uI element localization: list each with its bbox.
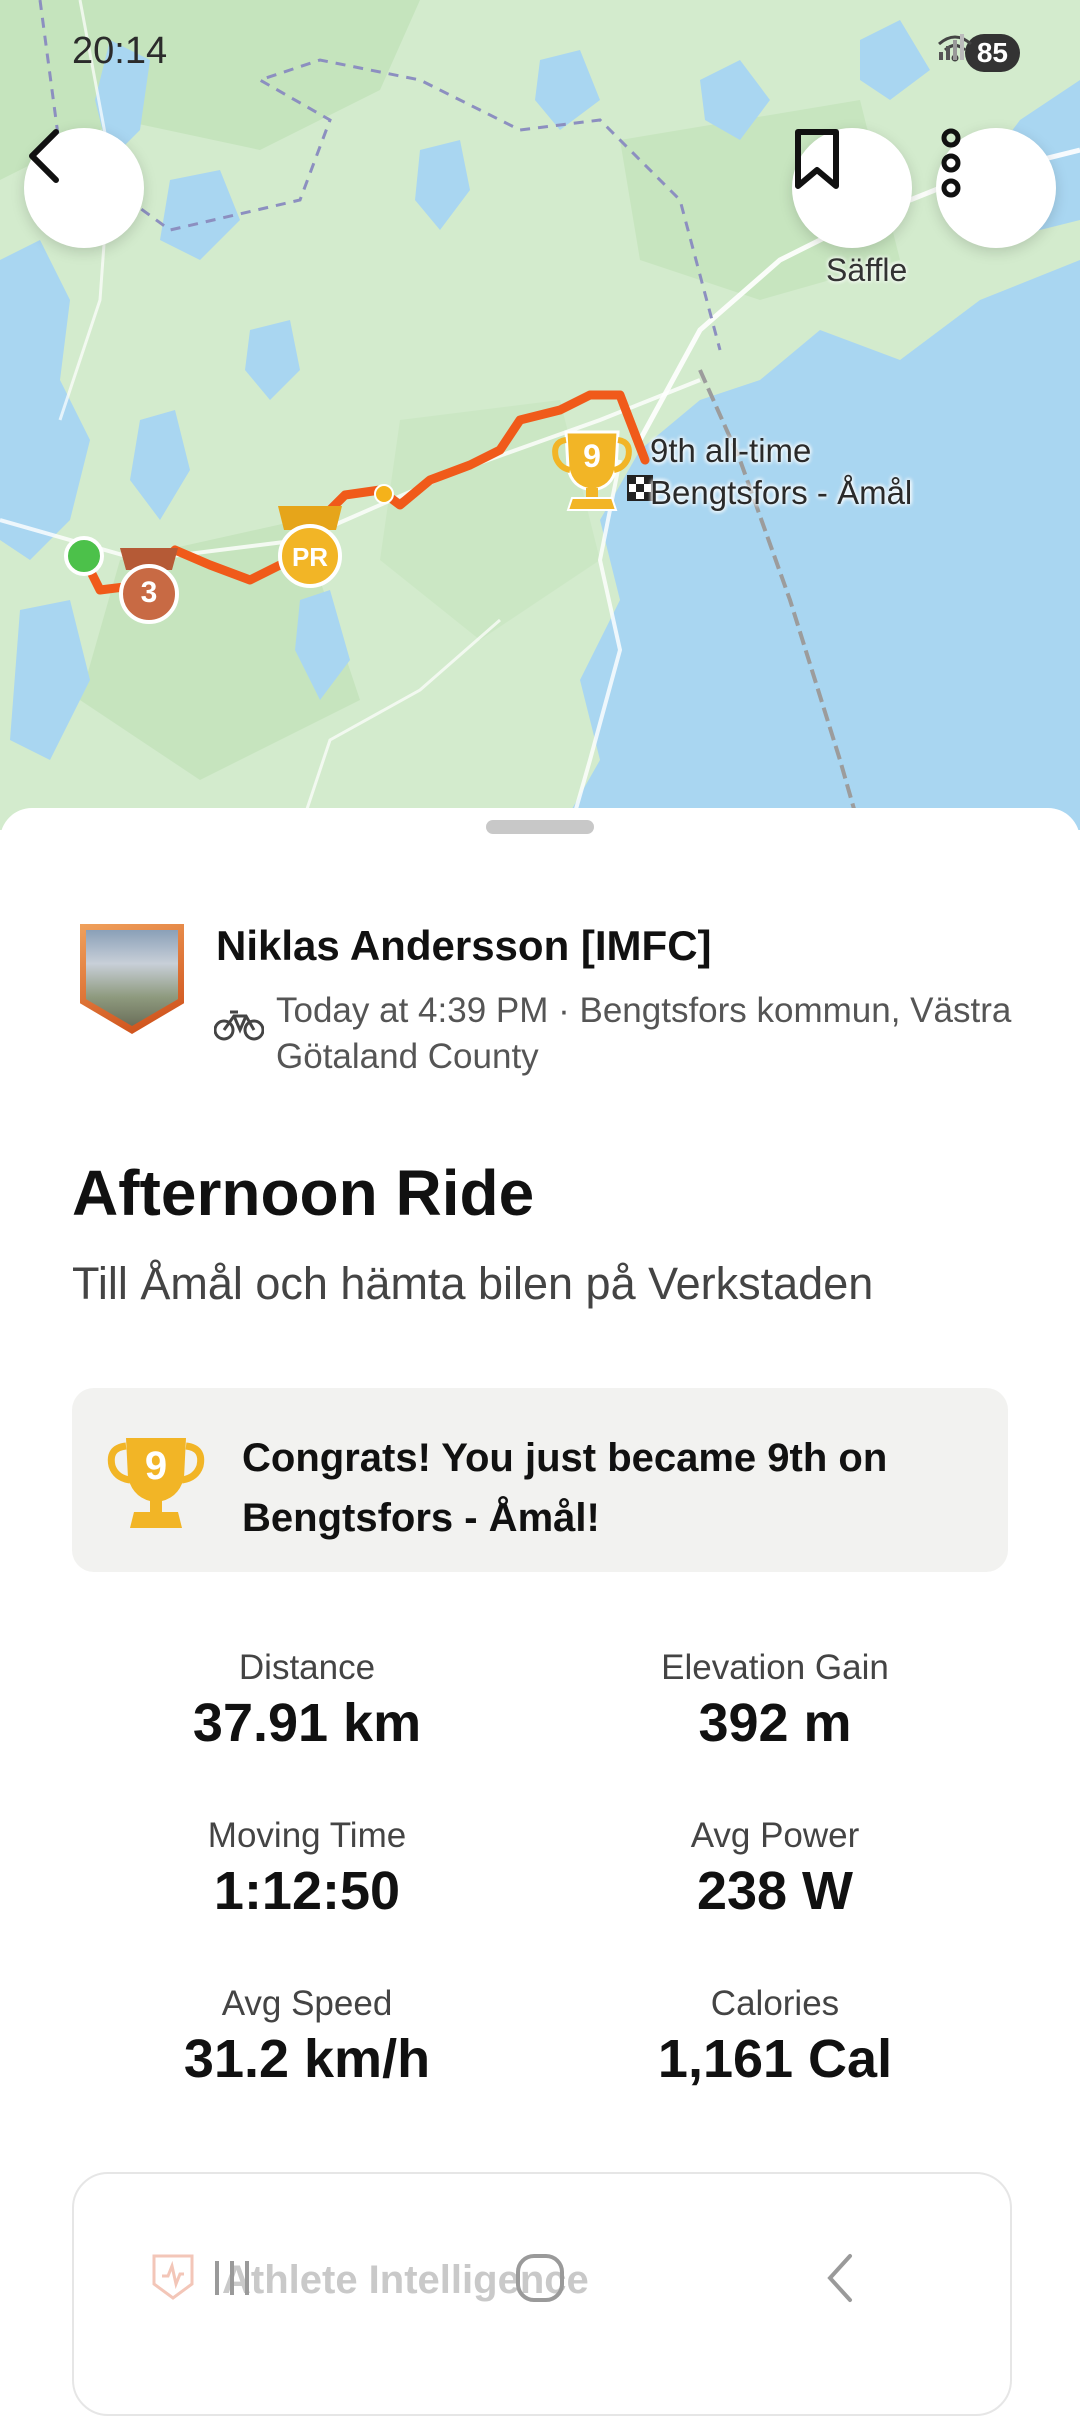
- pr-medal-label: PR: [291, 542, 329, 572]
- achievement-message: Congrats! You just became 9th on Bengtsf…: [242, 1436, 888, 1540]
- stat-moving-time: Moving Time 1:12:50: [72, 1816, 542, 1922]
- stat-value: 1:12:50: [213, 1861, 401, 1921]
- stat-label: Elevation Gain: [661, 1648, 889, 1687]
- recent-apps-icon: [207, 2253, 257, 2308]
- stat-calories: Calories 1,161 Cal: [540, 1984, 1010, 2090]
- activity-meta: Today at 4:39 PM · Bengtsfors kommun, Vä…: [276, 991, 1012, 1076]
- stat-value: 1,161 Cal: [657, 2029, 893, 2089]
- home-icon: [512, 2250, 568, 2311]
- stat-label: Distance: [238, 1648, 376, 1687]
- stat-value: 238 W: [696, 1861, 854, 1921]
- stat-distance: Distance 37.91 km: [72, 1648, 542, 1754]
- back-button[interactable]: [24, 128, 144, 248]
- stat-value: 37.91 km: [192, 1693, 422, 1753]
- route-map[interactable]: 3 PR 9 9th all-time Bengtsfors - Åmål Sä…: [0, 0, 1080, 830]
- achievement-banner[interactable]: 9 Congrats! You just became 9th on Bengt…: [72, 1388, 1008, 1572]
- sheet-drag-handle[interactable]: [486, 820, 594, 834]
- battery-badge: 85: [964, 34, 1020, 72]
- stat-elevation-gain: Elevation Gain 392 m: [540, 1648, 1010, 1754]
- bookmark-button[interactable]: [792, 128, 912, 248]
- status-icons: 85: [937, 34, 1020, 72]
- stat-label: Avg Power: [690, 1816, 860, 1855]
- stat-label: Calories: [710, 1984, 840, 2023]
- stat-label: Avg Speed: [221, 1984, 393, 2023]
- stat-value: 392 m: [698, 1693, 852, 1753]
- status-time: 20:14: [72, 30, 168, 72]
- segment-rank-label: 9th all-time: [650, 432, 812, 469]
- nav-back-button[interactable]: [800, 2240, 880, 2320]
- recent-apps-button[interactable]: [192, 2240, 272, 2320]
- stat-label: Moving Time: [207, 1816, 407, 1855]
- map-canvas: [0, 0, 1080, 830]
- trophy-icon[interactable]: 9: [552, 428, 632, 512]
- segment-name-label[interactable]: Bengtsfors - Åmål: [650, 472, 912, 514]
- bike-icon: [213, 1008, 265, 1047]
- home-button[interactable]: [500, 2240, 580, 2320]
- bronze-medal-rank: 3: [140, 576, 158, 609]
- trophy-rank: 9: [583, 438, 601, 474]
- trophy-rank: 9: [144, 1444, 168, 1488]
- pr-medal-icon[interactable]: PR: [272, 506, 348, 588]
- athlete-header[interactable]: Niklas Andersson [IMFC] Today at 4:39 PM…: [80, 922, 1011, 1076]
- trophy-icon: 9: [106, 1432, 206, 1537]
- nav-back-icon: [820, 2250, 860, 2311]
- stat-avg-power: Avg Power 238 W: [540, 1816, 1010, 1922]
- stat-value: 31.2 km/h: [183, 2029, 431, 2089]
- athlete-name[interactable]: Niklas Andersson [IMFC]: [216, 922, 712, 970]
- avatar[interactable]: [80, 924, 184, 1034]
- activity-description: Till Åmål och hämta bilen på Verkstaden: [72, 1258, 874, 1309]
- stat-avg-speed: Avg Speed 31.2 km/h: [72, 1984, 542, 2090]
- map-place-label: Säffle: [826, 252, 908, 288]
- system-nav-bar: [0, 2220, 1080, 2340]
- bronze-medal-icon[interactable]: 3: [112, 548, 186, 626]
- activity-sheet: Niklas Andersson [IMFC] Today at 4:39 PM…: [0, 808, 1080, 2416]
- activity-title: Afternoon Ride: [72, 1157, 535, 1229]
- more-options-button[interactable]: [936, 128, 1056, 248]
